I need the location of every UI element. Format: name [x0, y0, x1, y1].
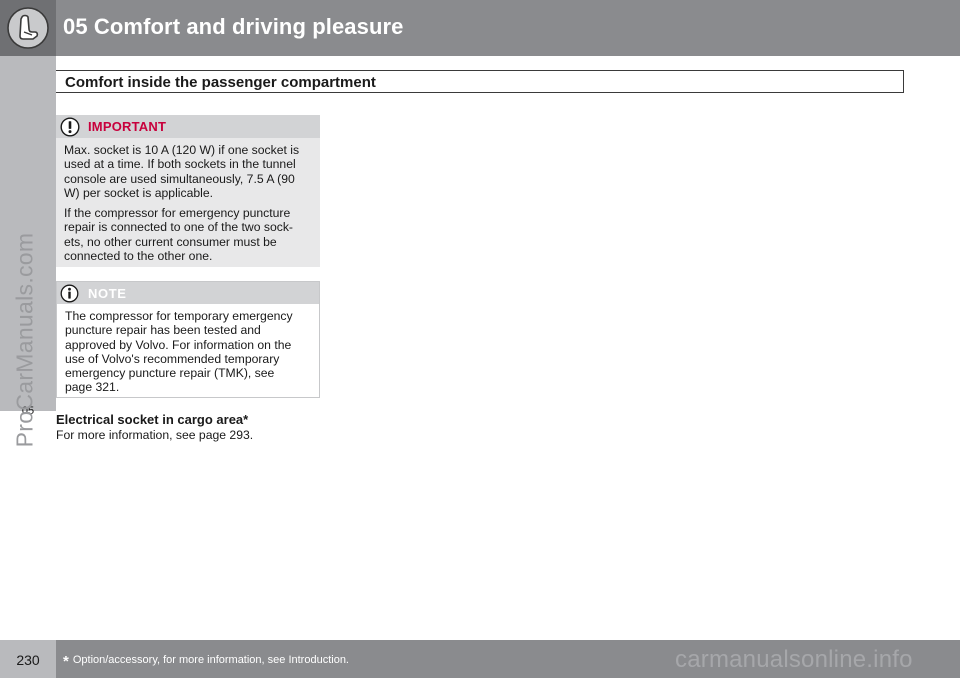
note-box: NOTE The compressor for temporary emerge… — [56, 281, 320, 398]
important-paragraph-2: If the compressor for emergency puncture… — [64, 206, 316, 263]
text-line: used at a time. If both sockets in the t… — [64, 157, 296, 172]
text-line: emergency puncture repair (TMK), see — [65, 366, 275, 381]
text-line: page 321. — [65, 380, 120, 395]
text-line: ets, no other current consumer must be — [64, 234, 277, 249]
text-line: If the compressor for emergency puncture — [64, 206, 291, 220]
note-header: NOTE — [57, 282, 319, 304]
text-line: console are used simultaneously, 7.5 A (… — [64, 171, 295, 186]
page-footer: 230 * Option/accessory, for more informat… — [0, 640, 960, 678]
cargo-socket-heading: Electrical socket in cargo area* — [56, 412, 249, 427]
warning-icon — [60, 117, 80, 137]
side-watermark: ProCarManuals.com — [11, 232, 38, 448]
footnote: * Option/accessory, for more information,… — [63, 653, 349, 670]
text-line: approved by Volvo. For information on th… — [65, 337, 292, 352]
footer-watermark: carmanualsonline.info — [675, 646, 913, 673]
section-title-box: Comfort inside the passenger compartment — [56, 70, 904, 93]
important-box: IMPORTANT Max. socket is 10 A (120 W) if… — [56, 115, 320, 267]
text-line: use of Volvo's recommended temporary — [65, 351, 280, 366]
note-title: NOTE — [88, 286, 127, 301]
chapter-title: 05 Comfort and driving pleasure — [63, 14, 404, 39]
info-icon — [60, 284, 79, 303]
cargo-socket-text: For more information, see page 293. — [56, 428, 254, 442]
footnote-marker: * — [63, 653, 69, 670]
important-header: IMPORTANT — [56, 115, 320, 138]
page-number-box: 230 — [0, 640, 56, 678]
text-line: W) per socket is applicable. — [64, 185, 214, 200]
important-paragraph-1: Max. socket is 10 A (120 W) if one socke… — [64, 143, 316, 200]
page-number: 230 — [16, 652, 40, 668]
chapter-header: 05 Comfort and driving pleasure — [0, 0, 960, 56]
text-line: connected to the other one. — [64, 248, 213, 263]
important-title: IMPORTANT — [88, 119, 167, 134]
footnote-text: Option/accessory, for more information, … — [72, 654, 349, 666]
text-line: puncture repair has been tested and — [65, 323, 261, 338]
text-line: repair is connected to one of the two so… — [64, 220, 293, 235]
text-line: The compressor for temporary emergency — [65, 309, 293, 323]
text-line: Max. socket is 10 A (120 W) if one socke… — [64, 143, 300, 157]
section-title: Comfort inside the passenger compartment — [65, 74, 376, 91]
chapter-icon-box — [0, 0, 56, 56]
note-paragraph: The compressor for temporary emergency p… — [65, 309, 317, 395]
seat-icon — [7, 7, 49, 49]
